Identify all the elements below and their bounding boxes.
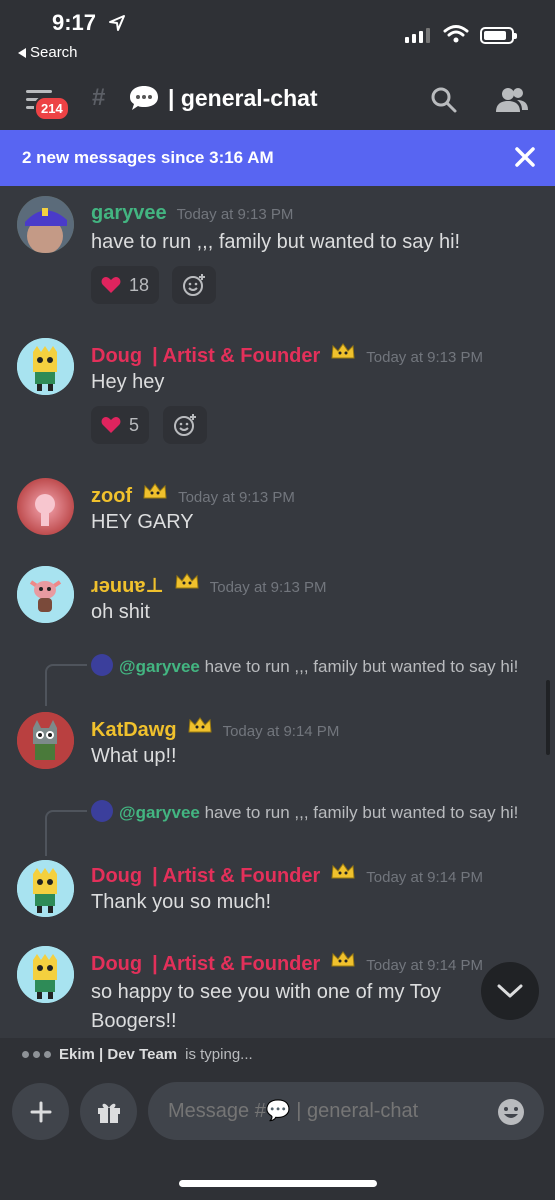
- timestamp: Today at 9:13 PM: [176, 206, 294, 223]
- gift-icon: [97, 1103, 120, 1123]
- channel-hash-icon: #: [92, 84, 106, 111]
- back-triangle-icon: [18, 47, 26, 58]
- channel-header: 214 # | general-chat: [0, 70, 555, 130]
- avatar[interactable]: [17, 946, 74, 1003]
- crown-emoji-icon: [331, 343, 355, 359]
- back-label: Search: [30, 44, 78, 61]
- crown-emoji-icon: [143, 483, 167, 499]
- reaction-count: 5: [129, 414, 140, 435]
- reply-connector: [45, 810, 87, 856]
- author-name[interactable]: ɹǝuuɐ⊥: [91, 573, 164, 598]
- author-name[interactable]: garyvee: [91, 202, 167, 225]
- timestamp: Today at 9:13 PM: [209, 579, 327, 596]
- add-reaction-button[interactable]: [172, 266, 216, 304]
- chevron-down-icon: [497, 984, 523, 998]
- typing-suffix: is typing...: [185, 1045, 253, 1063]
- back-to-search-link[interactable]: Search: [18, 44, 78, 61]
- typing-user: Ekim | Dev Team: [59, 1045, 178, 1063]
- author-name[interactable]: KatDawg: [91, 719, 177, 742]
- add-reaction-button[interactable]: [163, 406, 207, 444]
- close-icon[interactable]: [514, 146, 536, 168]
- heart-icon: [101, 277, 121, 293]
- message-list[interactable]: garyvee Today at 9:13 PM have to run ,,,…: [0, 186, 555, 1038]
- emoji-picker-icon[interactable]: [496, 1097, 526, 1127]
- reply-text: have to run ,,, family but wanted to say…: [204, 803, 519, 822]
- avatar[interactable]: [17, 566, 74, 623]
- wifi-icon: [443, 25, 469, 43]
- avatar[interactable]: [17, 712, 74, 769]
- author-role: | Artist & Founder: [152, 953, 321, 975]
- message-text: Thank you so much!: [91, 891, 272, 913]
- reply-avatar: [91, 654, 113, 676]
- author-name[interactable]: zoof: [91, 485, 132, 508]
- reaction-heart[interactable]: 5: [91, 406, 150, 444]
- reaction-heart[interactable]: 18: [91, 266, 160, 304]
- message-text: so happy to see you with one of my Toy B…: [91, 981, 441, 1032]
- plus-icon: [30, 1101, 51, 1122]
- message-text: HEY GARY: [91, 511, 194, 533]
- typing-dots-icon: [22, 1050, 51, 1058]
- speech-bubble-icon: [130, 86, 158, 110]
- crown-emoji-icon: [331, 863, 355, 879]
- timestamp: Today at 9:13 PM: [178, 489, 295, 506]
- clock: 9:17: [52, 10, 97, 35]
- status-bar: 9:17 Search: [0, 0, 555, 70]
- gift-button[interactable]: [80, 1083, 137, 1140]
- battery-icon: [480, 27, 517, 44]
- avatar[interactable]: [17, 478, 74, 535]
- message-input[interactable]: [148, 1082, 544, 1140]
- reply-connector: [45, 664, 87, 706]
- new-messages-banner[interactable]: 2 new messages since 3:16 AM: [0, 130, 555, 186]
- timestamp: Today at 9:14 PM: [366, 957, 484, 974]
- reply-mention[interactable]: @garyvee: [119, 657, 200, 676]
- reply-preview[interactable]: @garyvee have to run ,,, family but want…: [91, 800, 536, 824]
- reply-preview[interactable]: @garyvee have to run ,,, family but want…: [91, 654, 536, 678]
- timestamp: Today at 9:13 PM: [366, 349, 484, 366]
- add-reaction-icon: [183, 274, 205, 296]
- typing-indicator: Ekim | Dev Team is typing...: [0, 1038, 555, 1070]
- author-name[interactable]: Doug: [91, 865, 142, 888]
- crown-emoji-icon: [175, 573, 199, 589]
- jump-to-bottom-button[interactable]: [481, 962, 539, 1020]
- avatar[interactable]: [17, 338, 74, 395]
- reaction-count: 18: [129, 274, 150, 295]
- cell-signal-icon: [405, 28, 430, 43]
- crown-emoji-icon: [331, 951, 355, 967]
- members-icon[interactable]: [495, 86, 529, 114]
- author-role: | Artist & Founder: [152, 345, 321, 367]
- message-text: have to run ,,, family but wanted to say…: [91, 231, 461, 253]
- author-name[interactable]: Doug: [91, 953, 142, 976]
- add-reaction-icon: [174, 414, 196, 436]
- crown-emoji-icon: [188, 717, 212, 733]
- reply-mention[interactable]: @garyvee: [119, 803, 200, 822]
- location-arrow-icon: [109, 15, 125, 31]
- reply-text: have to run ,,, family but wanted to say…: [204, 657, 519, 676]
- new-messages-text: 2 new messages since 3:16 AM: [22, 148, 274, 167]
- unread-badge: 214: [34, 96, 70, 121]
- message-text: Hey hey: [91, 371, 165, 393]
- timestamp: Today at 9:14 PM: [222, 723, 340, 740]
- home-indicator: [179, 1180, 377, 1187]
- reply-avatar: [91, 800, 113, 822]
- attach-button[interactable]: [12, 1083, 69, 1140]
- channel-title[interactable]: | general-chat: [168, 85, 318, 112]
- author-name[interactable]: Doug: [91, 345, 142, 368]
- message-text: What up!!: [91, 745, 177, 767]
- search-icon[interactable]: [430, 86, 458, 114]
- timestamp: Today at 9:14 PM: [366, 869, 484, 886]
- heart-icon: [101, 417, 121, 433]
- avatar[interactable]: [17, 860, 74, 917]
- avatar[interactable]: [17, 196, 74, 253]
- message-text: oh shit: [91, 601, 150, 623]
- scrollbar[interactable]: [546, 680, 550, 755]
- author-role: | Artist & Founder: [152, 865, 321, 887]
